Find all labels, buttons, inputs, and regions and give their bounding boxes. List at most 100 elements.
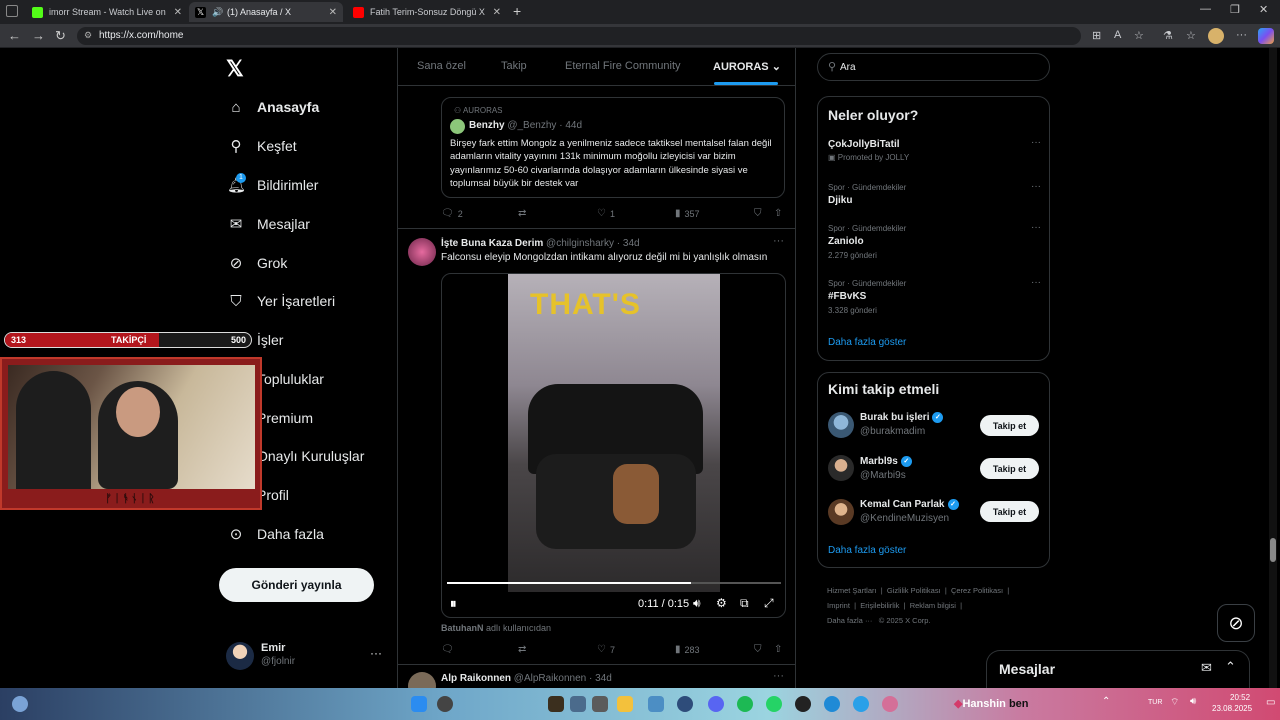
tab-following[interactable]: Takip xyxy=(501,60,527,72)
views-button[interactable]: ▮ 357 xyxy=(675,208,700,219)
footer-link[interactable]: Imprint xyxy=(827,601,850,610)
site-info-icon[interactable]: ⚙ xyxy=(84,30,92,41)
tab-close-icon[interactable]: ✕ xyxy=(174,7,182,18)
grok-float-button[interactable]: ⊘ xyxy=(1217,604,1255,642)
trend-item[interactable]: Spor · Gündemdekiler #FBvKS 3.328 gönder… xyxy=(828,277,1041,315)
profile-avatar[interactable] xyxy=(1208,28,1224,44)
tab-close-icon[interactable]: ✕ xyxy=(329,7,337,18)
pause-icon[interactable]: ⏸ xyxy=(450,596,457,612)
suggested-user-name[interactable]: Burak bu işleri ✓ xyxy=(860,412,944,423)
new-tab-icon[interactable]: + xyxy=(513,3,521,19)
favorite-star-icon[interactable]: ☆ xyxy=(1134,29,1144,42)
windows-start-icon[interactable] xyxy=(411,696,427,712)
page-scrollbar[interactable] xyxy=(1269,48,1277,688)
x-logo-icon[interactable]: 𝕏 xyxy=(226,56,244,82)
sidebar-item-bookmarks[interactable]: ⛉ Yer İşaretleri xyxy=(227,287,335,315)
avatar[interactable] xyxy=(408,238,436,266)
maximize-icon[interactable]: ❐ xyxy=(1230,3,1240,16)
follow-button[interactable]: Takip et xyxy=(980,458,1039,479)
app-icon[interactable] xyxy=(648,696,664,712)
forward-icon[interactable]: → xyxy=(32,28,45,43)
footer-link[interactable]: Erişilebilirlik xyxy=(860,601,899,610)
obs-icon[interactable] xyxy=(795,696,811,712)
account-switcher[interactable]: Emir @fjolnir ··· xyxy=(226,641,396,671)
bookmark-button[interactable]: ⛉ xyxy=(754,208,766,219)
sidebar-item-messages[interactable]: ✉ Mesajlar xyxy=(227,210,310,238)
tweet-time[interactable]: 34d xyxy=(595,673,612,684)
file-explorer-icon[interactable] xyxy=(617,696,633,712)
sidebar-item-more[interactable]: ⊙ Daha fazla xyxy=(227,520,324,548)
footer-link[interactable]: Çerez Politikası xyxy=(951,586,1003,595)
app-icon[interactable] xyxy=(853,696,869,712)
footer-link[interactable]: Reklam bilgisi xyxy=(910,601,956,610)
back-icon[interactable]: ← xyxy=(8,28,21,43)
more-dots-icon[interactable]: ··· xyxy=(773,235,784,247)
volume-icon[interactable]: 🔊︎ xyxy=(1190,696,1196,707)
who-show-more-link[interactable]: Daha fazla göster xyxy=(828,545,906,556)
tray-chevron-icon[interactable]: ⌃ xyxy=(1102,696,1110,707)
app-icon[interactable] xyxy=(677,696,693,712)
edge-icon[interactable] xyxy=(824,696,840,712)
settings-icon[interactable]: ⚙ xyxy=(716,596,727,610)
tab-community[interactable]: Eternal Fire Community xyxy=(565,60,681,72)
attribution-user[interactable]: BatuhanN xyxy=(441,623,484,633)
more-dots-icon[interactable]: ··· xyxy=(1031,222,1041,233)
retweet-button[interactable]: ⇄ xyxy=(518,208,530,219)
trend-item[interactable]: ÇokJollyBiTatil ▣ Promoted by JOLLY ··· xyxy=(828,137,1041,162)
copilot-icon[interactable] xyxy=(1258,28,1274,44)
favorites-icon[interactable]: ☆ xyxy=(1186,29,1196,42)
fullscreen-icon[interactable]: ⤢ xyxy=(764,596,774,611)
spotify-icon[interactable] xyxy=(737,696,753,712)
reply-button[interactable]: 🗨︎ xyxy=(441,644,458,655)
app-icon[interactable] xyxy=(882,696,898,712)
retweet-button[interactable]: ⇄ xyxy=(518,644,530,655)
sidebar-item-explore[interactable]: ⚲ Keşfet xyxy=(227,132,297,160)
footer-link[interactable]: Daha fazla ··· xyxy=(827,616,872,625)
post-button[interactable]: Gönderi yayınla xyxy=(219,568,374,602)
expand-up-icon[interactable]: ⌃ xyxy=(1225,659,1236,675)
more-dots-icon[interactable]: ··· xyxy=(1031,277,1041,288)
weather-icon[interactable] xyxy=(12,696,28,712)
trends-show-more-link[interactable]: Daha fazla göster xyxy=(828,337,906,348)
tab-actions-icon[interactable] xyxy=(6,5,18,17)
trend-item[interactable]: Spor · Gündemdekiler Zaniolo 2.279 gönde… xyxy=(828,222,1041,260)
tab-auroras[interactable]: AURORAS ⌄ xyxy=(713,60,781,73)
author-name[interactable]: Alp Raikonnen xyxy=(441,673,511,684)
search-icon[interactable] xyxy=(437,696,453,712)
like-button[interactable]: ♡ 7 xyxy=(597,644,615,655)
share-button[interactable]: ⇧ xyxy=(774,208,786,219)
avatar[interactable] xyxy=(408,672,436,688)
language-indicator[interactable]: TUR xyxy=(1148,699,1162,706)
volume-icon[interactable]: 🔊︎ xyxy=(693,596,701,611)
avatar[interactable] xyxy=(828,455,854,481)
extensions-icon[interactable]: ⚗ xyxy=(1163,29,1173,42)
url-bar[interactable]: ⚙ https://x.com/home xyxy=(77,27,1081,45)
whatsapp-icon[interactable] xyxy=(766,696,782,712)
read-aloud-icon[interactable]: A xyxy=(1114,29,1121,41)
clock[interactable]: 20:52 xyxy=(1230,693,1250,702)
discord-icon[interactable] xyxy=(708,696,724,712)
notifications-icon[interactable]: ▭ xyxy=(1266,697,1275,708)
apps-icon[interactable]: ⊞ xyxy=(1092,29,1101,42)
search-box[interactable]: ⚲ Ara xyxy=(817,53,1050,81)
video-progress-track[interactable] xyxy=(447,582,781,584)
more-dots-icon[interactable]: ··· xyxy=(773,670,784,682)
browser-tab-kick[interactable]: imorr Stream - Watch Live on Kick ✕ xyxy=(26,2,188,22)
close-window-icon[interactable]: ✕ xyxy=(1259,3,1268,16)
like-button[interactable]: ♡ 1 xyxy=(597,208,615,219)
suggested-user-name[interactable]: Marbl9s ✓ xyxy=(860,456,912,467)
new-message-icon[interactable]: ✉ xyxy=(1201,660,1212,676)
tab-for-you[interactable]: Sana özel xyxy=(417,60,466,72)
share-button[interactable]: ⇧ xyxy=(774,644,786,655)
author-handle[interactable]: @AlpRaikonnen xyxy=(514,673,586,684)
follow-button[interactable]: Takip et xyxy=(980,501,1039,522)
picture-in-picture-icon[interactable]: ⧉ xyxy=(740,596,749,611)
quoted-tweet[interactable]: ⚇ AURORAS Benzhy @_Benzhy · 44d Birşey f… xyxy=(441,97,785,198)
messages-drawer[interactable]: Mesajlar ✉ ⌃ xyxy=(986,650,1250,688)
sidebar-item-grok[interactable]: ⊘ Grok xyxy=(227,249,288,277)
browser-tab-x[interactable]: 𝕏 🔊 (1) Anasayfa / X ✕ xyxy=(189,2,343,22)
more-dots-icon[interactable]: ··· xyxy=(370,646,382,660)
app-icon[interactable] xyxy=(592,696,608,712)
trend-item[interactable]: Spor · Gündemdekiler Djiku ··· xyxy=(828,181,1041,206)
footer-link[interactable]: Gizlilik Politikası xyxy=(887,586,941,595)
